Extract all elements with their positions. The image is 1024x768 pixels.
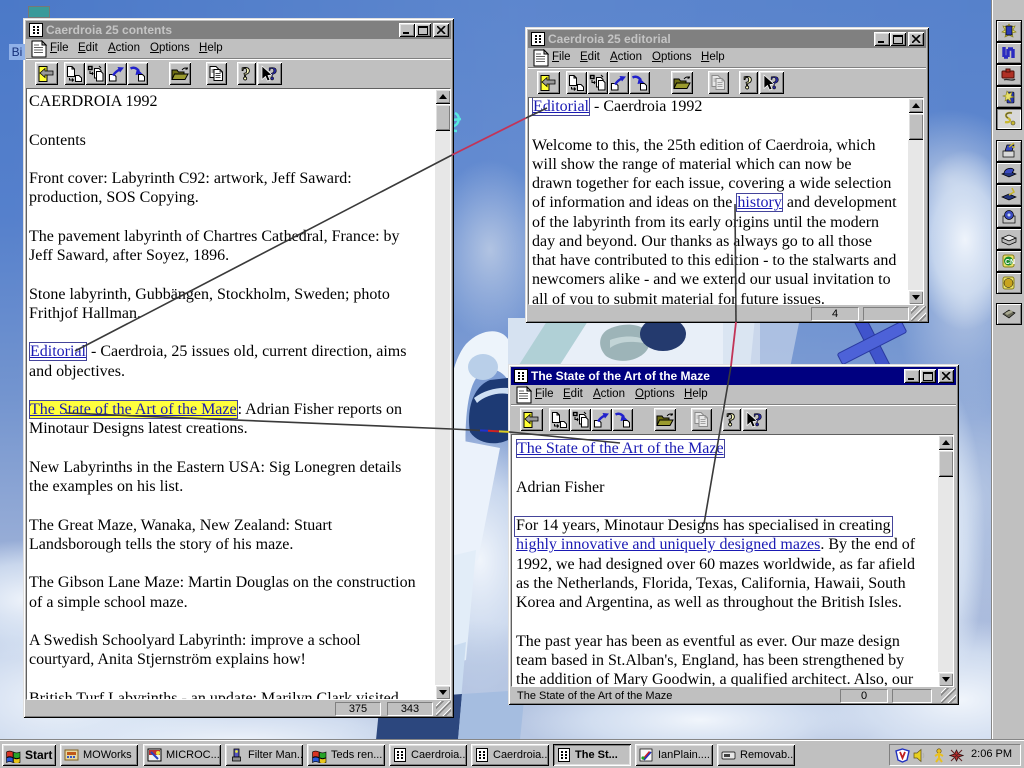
svg-text:CN: CN [1005,259,1015,266]
svg-text:?: ? [241,65,251,83]
svg-text:?: ? [726,411,736,429]
svg-text:?: ? [743,74,753,92]
